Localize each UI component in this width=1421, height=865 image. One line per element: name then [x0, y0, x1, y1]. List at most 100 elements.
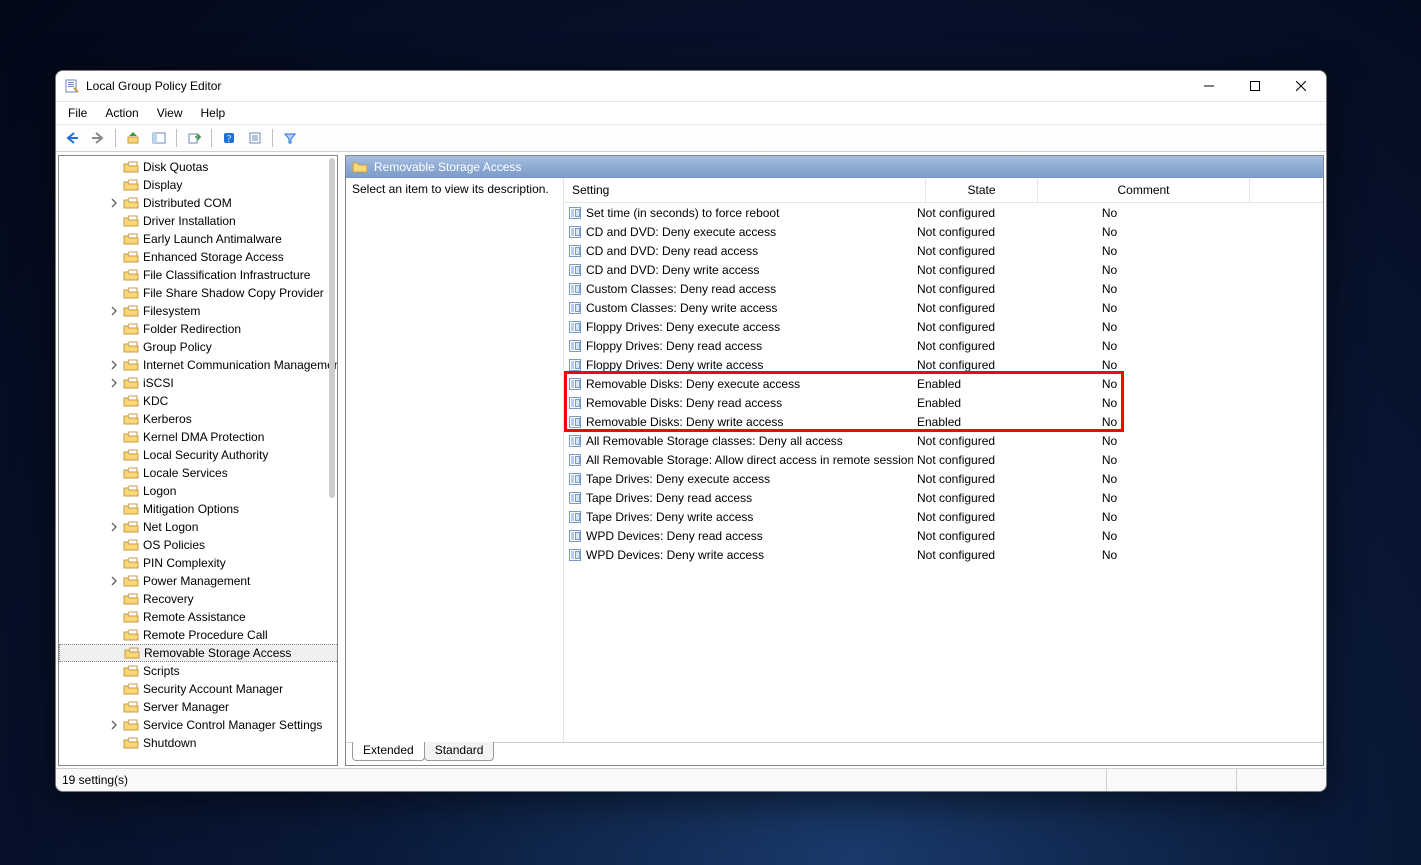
tree-item[interactable]: Kerberos: [59, 410, 337, 428]
properties-button[interactable]: [243, 126, 267, 150]
tree-item[interactable]: Internet Communication Management: [59, 356, 337, 374]
splitter[interactable]: [339, 155, 344, 766]
setting-row[interactable]: WPD Devices: Deny read accessNot configu…: [564, 526, 1323, 545]
setting-row[interactable]: Removable Disks: Deny execute accessEnab…: [564, 374, 1323, 393]
chevron-right-icon[interactable]: [109, 522, 123, 532]
tree-item[interactable]: Mitigation Options: [59, 500, 337, 518]
maximize-button[interactable]: [1232, 71, 1278, 101]
folder-icon: [123, 664, 139, 678]
tree-item[interactable]: Disk Quotas: [59, 158, 337, 176]
tree-item[interactable]: PIN Complexity: [59, 554, 337, 572]
forward-button[interactable]: [86, 126, 110, 150]
description-text: Select an item to view its description.: [352, 182, 549, 196]
chevron-right-icon[interactable]: [109, 198, 123, 208]
setting-comment: No: [1012, 491, 1207, 505]
tree-item[interactable]: KDC: [59, 392, 337, 410]
tree-item[interactable]: OS Policies: [59, 536, 337, 554]
tree-item[interactable]: Power Management: [59, 572, 337, 590]
tree-item[interactable]: Group Policy: [59, 338, 337, 356]
chevron-right-icon[interactable]: [109, 306, 123, 316]
setting-row[interactable]: Floppy Drives: Deny execute accessNot co…: [564, 317, 1323, 336]
menu-view[interactable]: View: [149, 104, 191, 122]
tree-item[interactable]: Driver Installation: [59, 212, 337, 230]
setting-row[interactable]: CD and DVD: Deny write accessNot configu…: [564, 260, 1323, 279]
tree-item[interactable]: Service Control Manager Settings: [59, 716, 337, 734]
minimize-button[interactable]: [1186, 71, 1232, 101]
chevron-right-icon[interactable]: [109, 720, 123, 730]
setting-state: Not configured: [913, 453, 1012, 467]
chevron-right-icon[interactable]: [109, 378, 123, 388]
setting-row[interactable]: Tape Drives: Deny read accessNot configu…: [564, 488, 1323, 507]
col-header-comment[interactable]: Comment: [1038, 178, 1250, 202]
tree-item[interactable]: Locale Services: [59, 464, 337, 482]
tree-item-label: File Classification Infrastructure: [143, 268, 310, 282]
setting-name: CD and DVD: Deny write access: [586, 263, 759, 277]
tree-item[interactable]: Logon: [59, 482, 337, 500]
tree-item[interactable]: File Classification Infrastructure: [59, 266, 337, 284]
tree-scroll[interactable]: Disk QuotasDisplayDistributed COMDriver …: [59, 156, 337, 765]
close-button[interactable]: [1278, 71, 1324, 101]
setting-name: WPD Devices: Deny write access: [586, 548, 764, 562]
tree-item[interactable]: Early Launch Antimalware: [59, 230, 337, 248]
tree-item[interactable]: File Share Shadow Copy Provider: [59, 284, 337, 302]
tree-item[interactable]: Filesystem: [59, 302, 337, 320]
content-area: Disk QuotasDisplayDistributed COMDriver …: [56, 152, 1326, 768]
tree-item[interactable]: Kernel DMA Protection: [59, 428, 337, 446]
tree-item[interactable]: Display: [59, 176, 337, 194]
setting-row[interactable]: Tape Drives: Deny write accessNot config…: [564, 507, 1323, 526]
setting-name: All Removable Storage: Allow direct acce…: [586, 453, 913, 467]
setting-row[interactable]: WPD Devices: Deny write accessNot config…: [564, 545, 1323, 564]
chevron-right-icon[interactable]: [109, 576, 123, 586]
tree-item[interactable]: Removable Storage Access: [59, 644, 337, 662]
setting-row[interactable]: Custom Classes: Deny write accessNot con…: [564, 298, 1323, 317]
menu-action[interactable]: Action: [97, 104, 146, 122]
tree-item[interactable]: Server Manager: [59, 698, 337, 716]
help-button[interactable]: ?: [217, 126, 241, 150]
tree-item[interactable]: Folder Redirection: [59, 320, 337, 338]
tree-item[interactable]: Scripts: [59, 662, 337, 680]
setting-row[interactable]: Floppy Drives: Deny write accessNot conf…: [564, 355, 1323, 374]
tree-item[interactable]: Net Logon: [59, 518, 337, 536]
tree-scrollbar[interactable]: [329, 158, 335, 498]
policy-icon: [568, 510, 582, 524]
tree-item[interactable]: Distributed COM: [59, 194, 337, 212]
setting-name: Removable Disks: Deny execute access: [586, 377, 800, 391]
setting-row[interactable]: Custom Classes: Deny read accessNot conf…: [564, 279, 1323, 298]
tab-standard[interactable]: Standard: [424, 742, 495, 761]
col-header-state[interactable]: State: [926, 178, 1038, 202]
setting-row[interactable]: Tape Drives: Deny execute accessNot conf…: [564, 469, 1323, 488]
folder-icon: [123, 178, 139, 192]
tree-item[interactable]: Shutdown: [59, 734, 337, 752]
tree-item[interactable]: Recovery: [59, 590, 337, 608]
folder-icon: [123, 214, 139, 228]
col-header-setting[interactable]: Setting: [564, 178, 926, 202]
setting-row[interactable]: CD and DVD: Deny read accessNot configur…: [564, 241, 1323, 260]
setting-row[interactable]: Removable Disks: Deny read accessEnabled…: [564, 393, 1323, 412]
setting-row[interactable]: Removable Disks: Deny write accessEnable…: [564, 412, 1323, 431]
setting-row[interactable]: All Removable Storage: Allow direct acce…: [564, 450, 1323, 469]
export-button[interactable]: [182, 126, 206, 150]
up-button[interactable]: [121, 126, 145, 150]
tree-item[interactable]: Remote Procedure Call: [59, 626, 337, 644]
tree-item[interactable]: Security Account Manager: [59, 680, 337, 698]
tree-item-label: Service Control Manager Settings: [143, 718, 322, 732]
filter-button[interactable]: [278, 126, 302, 150]
show-hide-tree-button[interactable]: [147, 126, 171, 150]
folder-icon: [123, 430, 139, 444]
setting-comment: No: [1012, 510, 1207, 524]
menu-help[interactable]: Help: [193, 104, 234, 122]
setting-name: Floppy Drives: Deny read access: [586, 339, 762, 353]
tree-item[interactable]: Local Security Authority: [59, 446, 337, 464]
toolbar-separator: [176, 129, 177, 147]
setting-row[interactable]: Floppy Drives: Deny read accessNot confi…: [564, 336, 1323, 355]
setting-row[interactable]: Set time (in seconds) to force rebootNot…: [564, 203, 1323, 222]
back-button[interactable]: [60, 126, 84, 150]
chevron-right-icon[interactable]: [109, 360, 123, 370]
tree-item[interactable]: Enhanced Storage Access: [59, 248, 337, 266]
setting-row[interactable]: All Removable Storage classes: Deny all …: [564, 431, 1323, 450]
tab-extended[interactable]: Extended: [352, 742, 425, 761]
setting-row[interactable]: CD and DVD: Deny execute accessNot confi…: [564, 222, 1323, 241]
tree-item[interactable]: Remote Assistance: [59, 608, 337, 626]
tree-item[interactable]: iSCSI: [59, 374, 337, 392]
menu-file[interactable]: File: [60, 104, 95, 122]
